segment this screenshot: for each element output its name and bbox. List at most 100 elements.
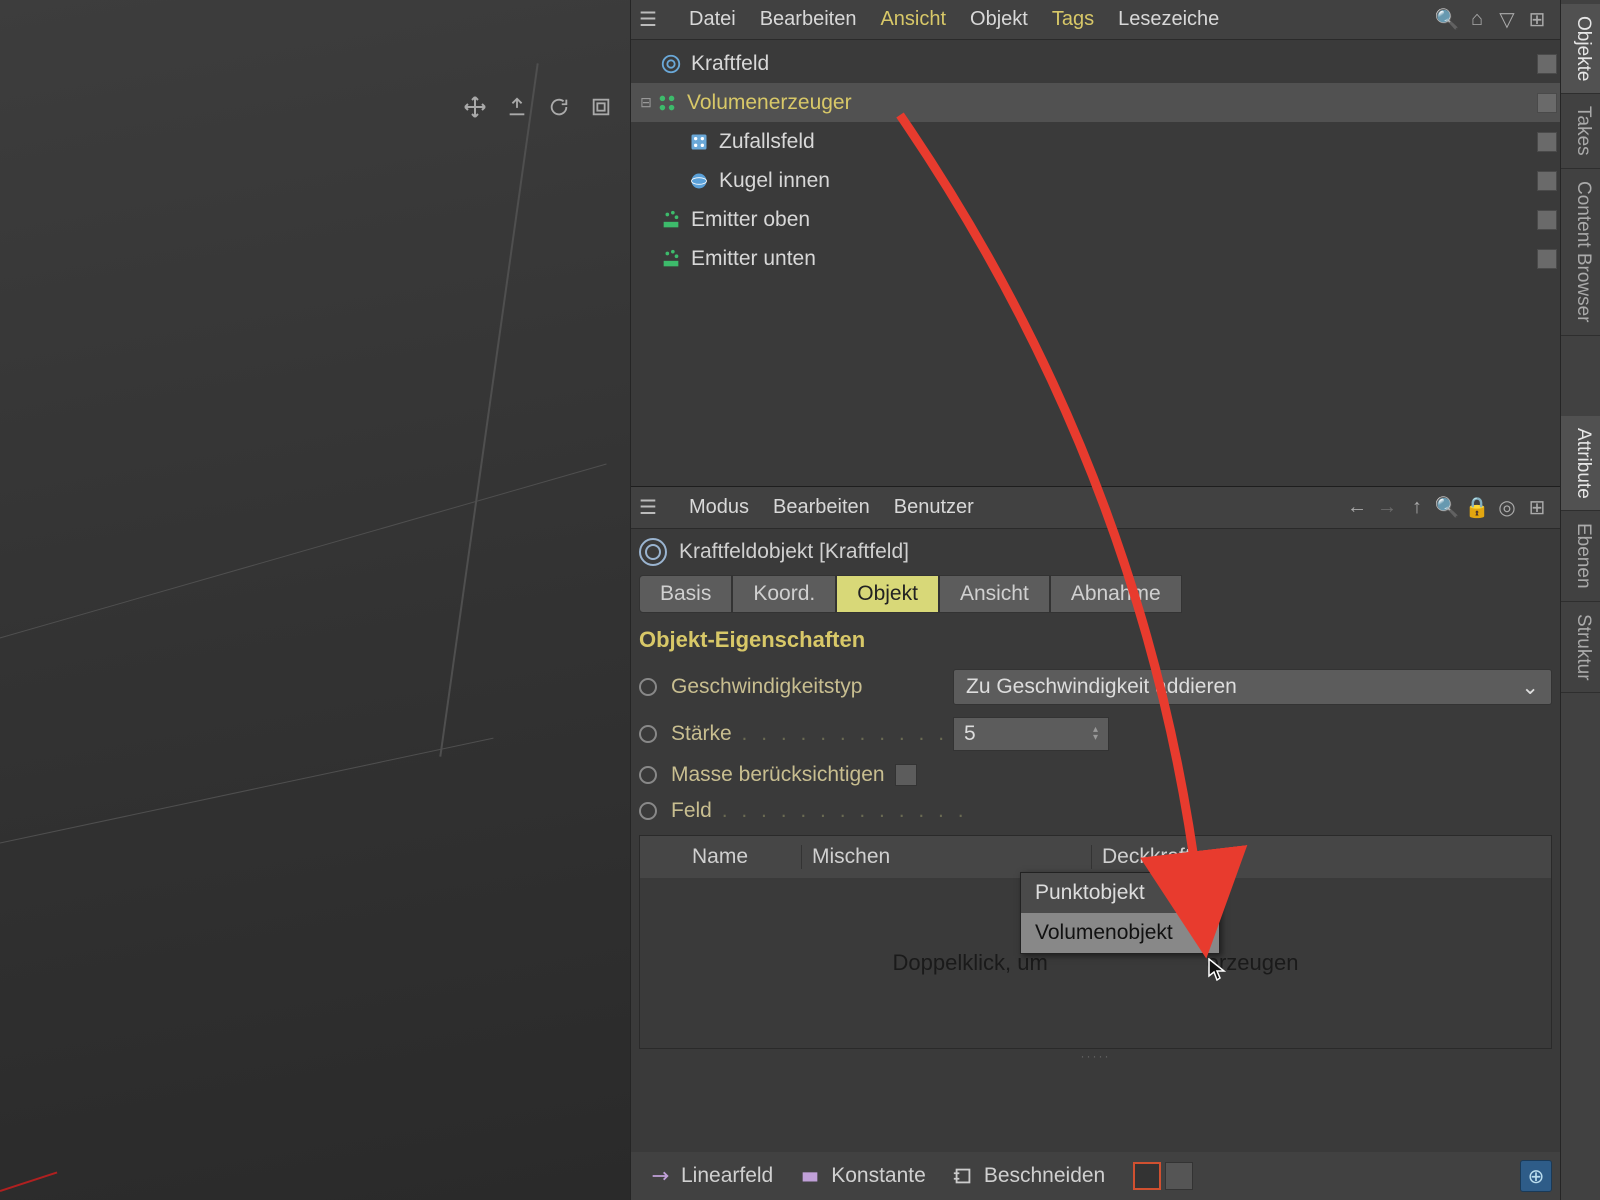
nav-back-icon[interactable]: ← [1342,493,1372,523]
menu-modus[interactable]: Modus [677,496,761,519]
tree-label: Zufallsfeld [719,130,815,154]
menu-objekt[interactable]: Objekt [958,8,1040,31]
layer-toggle[interactable] [1537,132,1557,152]
menu-bearbeiten[interactable]: Bearbeiten [748,8,869,31]
layer-toggle[interactable] [1537,171,1557,191]
add-panel-icon[interactable]: ⊞ [1522,5,1552,35]
grid-line [0,738,494,864]
konstante-button[interactable]: Konstante [789,1163,934,1189]
col-mix: Mischen [802,845,1092,869]
folder-button[interactable] [1165,1162,1193,1190]
menu-bearbeiten[interactable]: Bearbeiten [761,496,882,519]
menu-datei[interactable]: Datei [677,8,748,31]
tree-item-zufallsfeld[interactable]: Zufallsfeld ⠇✓ [631,122,1560,161]
sphere-icon [687,169,711,193]
attribute-tabs: Basis Koord. Objekt Ansicht Abnahme [631,575,1560,613]
ctx-punktobjekt[interactable]: Punktobjekt [1021,873,1219,913]
tree-label: Kraftfeld [691,52,769,76]
section-header: Objekt-Eigenschaften [631,613,1560,663]
menu-lesezeichen[interactable]: Lesezeiche [1106,8,1231,31]
random-field-icon [687,130,711,154]
input-value: 5 [964,722,976,746]
col-opacity: Deckkraft [1092,845,1551,869]
sidetab-objekte[interactable]: Objekte [1561,4,1600,94]
sidetab-ebenen[interactable]: Ebenen [1561,511,1600,602]
clip-icon [950,1163,976,1189]
tree-label: Volumenerzeuger [687,91,852,115]
constant-icon [797,1163,823,1189]
side-tabs: Objekte Takes Content Browser Attribute … [1560,0,1600,1200]
beschneiden-button[interactable]: Beschneiden [942,1163,1113,1189]
field-toolbar: Linearfeld Konstante Beschneiden ⊕ [631,1152,1560,1200]
hamburger-icon[interactable]: ☰ [639,7,669,32]
field-table: Name Mischen Deckkraft Doppelklick, um e… [639,835,1552,1049]
tab-ansicht[interactable]: Ansicht [939,575,1050,613]
prop-label-mass: Masse berücksichtigen [671,763,885,787]
viewport[interactable] [0,0,631,1200]
strength-input[interactable]: 5 ▴▾ [953,717,1109,751]
resize-handle[interactable]: ····· [631,1049,1560,1063]
layer-button[interactable] [1133,1162,1161,1190]
tab-koord[interactable]: Koord. [732,575,836,613]
hamburger-icon[interactable]: ☰ [639,495,669,520]
mass-checkbox[interactable] [895,764,917,786]
tree-label: Kugel innen [719,169,830,193]
keyframe-dot[interactable] [639,678,657,696]
layer-toggle[interactable] [1537,54,1557,74]
search-icon[interactable]: 🔍 [1432,493,1462,523]
sidetab-struktur[interactable]: Struktur [1561,602,1600,694]
tree-item-emitter-unten[interactable]: Emitter unten ⠇✓ [631,239,1560,278]
tab-abnahme[interactable]: Abnahme [1050,575,1182,613]
forcefield-icon [659,52,683,76]
layer-toggle[interactable] [1537,210,1557,230]
nav-fwd-icon: → [1372,493,1402,523]
collapse-icon[interactable]: ⊟ [637,94,655,111]
zoom-icon[interactable] [502,92,532,122]
lock-icon[interactable]: 🔒 [1462,493,1492,523]
menu-benutzer[interactable]: Benutzer [882,496,986,519]
tab-basis[interactable]: Basis [639,575,732,613]
layer-toggle[interactable] [1537,93,1557,113]
col-name: Name [682,845,802,869]
forcefield-icon [639,538,667,566]
search-icon[interactable]: 🔍 [1432,5,1462,35]
volume-builder-icon [655,91,679,115]
layer-toggle[interactable] [1537,249,1557,269]
move-icon[interactable] [460,92,490,122]
tree-item-kraftfeld[interactable]: Kraftfeld ⠇✓ [631,44,1560,83]
field-drop-area[interactable]: Doppelklick, um erzeugen Punktobjekt Vol… [640,878,1551,1048]
tree-item-emitter-oben[interactable]: Emitter oben ⠇✓ [631,200,1560,239]
emitter-icon [659,208,683,232]
grid-line [439,63,538,756]
grid-line [0,464,607,658]
keyframe-dot[interactable] [639,766,657,784]
menu-tags[interactable]: Tags [1040,8,1106,31]
tree-item-volumenerzeuger[interactable]: ⊟ Volumenerzeuger ⠇✓ [631,83,1560,122]
ctx-volumenobjekt[interactable]: Volumenobjekt [1021,913,1219,953]
tree-label: Emitter oben [691,208,810,232]
add-panel-icon[interactable]: ⊞ [1522,493,1552,523]
sidetab-content[interactable]: Content Browser [1561,169,1600,336]
frame-icon[interactable] [586,92,616,122]
rotate-icon[interactable] [544,92,574,122]
keyframe-dot[interactable] [639,802,657,820]
sidetab-takes[interactable]: Takes [1561,94,1600,169]
context-menu: Punktobjekt Volumenobjekt [1020,872,1220,954]
nav-up-icon[interactable]: ↑ [1402,493,1432,523]
home-icon[interactable]: ⌂ [1462,5,1492,35]
add-field-button[interactable]: ⊕ [1520,1160,1552,1192]
linearfeld-button[interactable]: Linearfeld [639,1163,781,1189]
record-icon[interactable]: ◎ [1492,493,1522,523]
prop-label-strength: Stärke . . . . . . . . . . . [671,722,951,746]
tab-objekt[interactable]: Objekt [836,575,939,613]
keyframe-dot[interactable] [639,725,657,743]
menu-ansicht[interactable]: Ansicht [868,8,958,31]
sidetab-attribute[interactable]: Attribute [1561,416,1600,512]
object-manager: ☰ Datei Bearbeiten Ansicht Objekt Tags L… [631,0,1560,487]
tree-item-kugel[interactable]: Kugel innen ⠇✓ [631,161,1560,200]
object-tree[interactable]: Kraftfeld ⠇✓ ⊟ Volumenerzeuger ⠇✓ [631,40,1560,486]
velocity-dropdown[interactable]: Zu Geschwindigkeit addieren ⌄ [953,669,1552,705]
spinner-icon[interactable]: ▴▾ [1093,726,1098,742]
chevron-down-icon: ⌄ [1521,675,1539,700]
filter-icon[interactable]: ▽ [1492,5,1522,35]
